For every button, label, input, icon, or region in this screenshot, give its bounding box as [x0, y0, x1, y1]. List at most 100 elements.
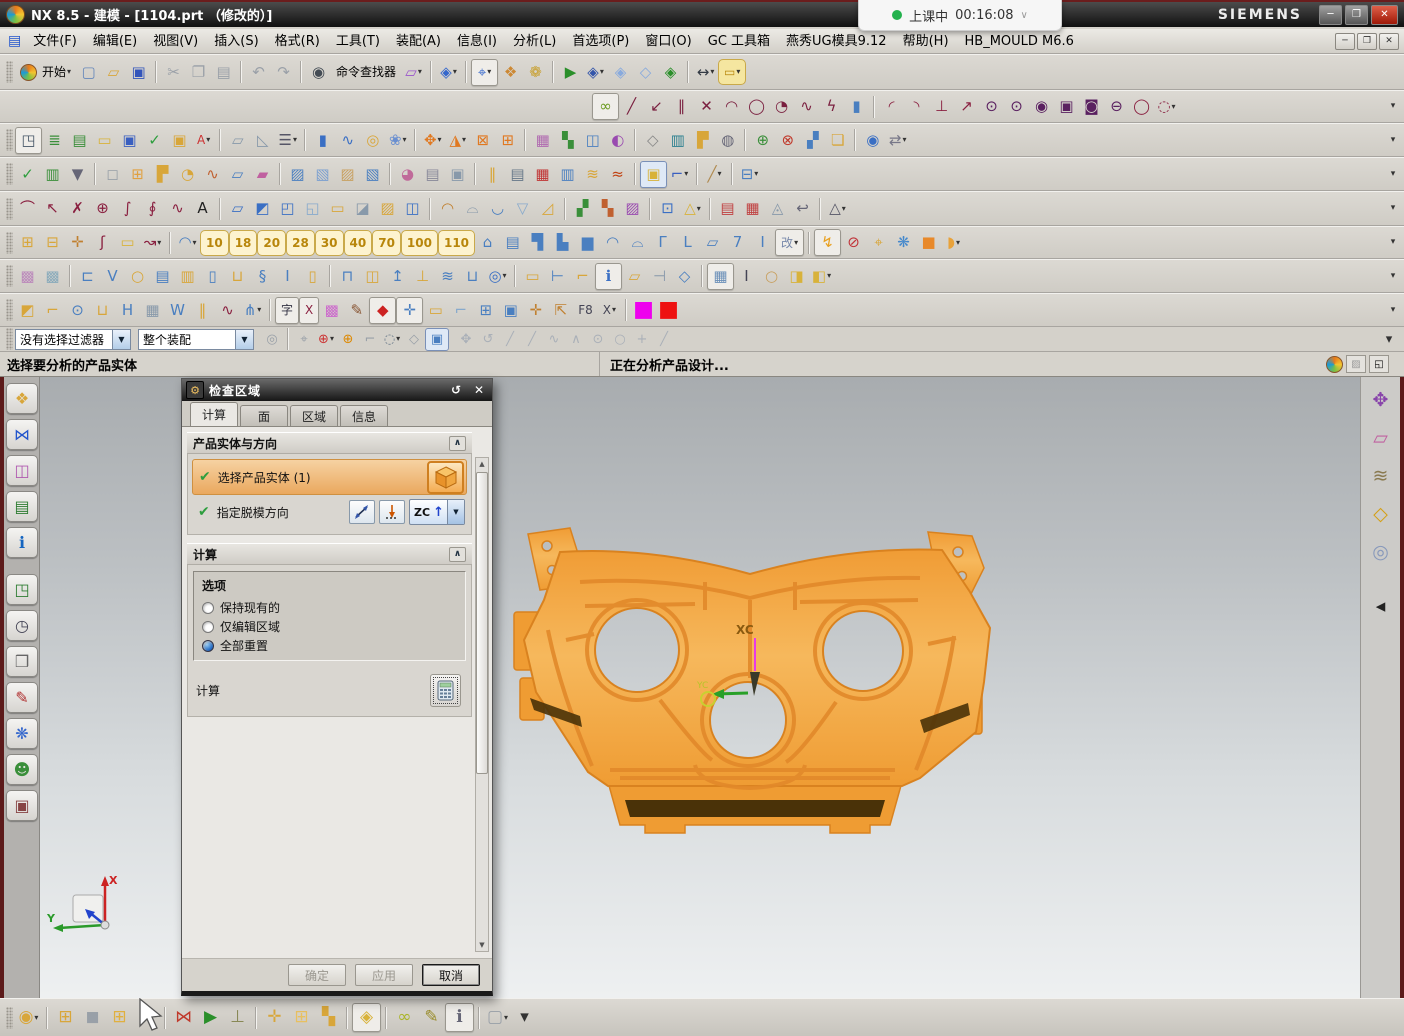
runner-icon[interactable]: ⌐: [570, 264, 595, 289]
split-body-icon[interactable]: ◫: [580, 128, 605, 153]
curve-snap-icon[interactable]: ∿: [543, 329, 565, 350]
pen-chain-icon[interactable]: ✎: [418, 1004, 445, 1031]
wrench-icon[interactable]: ✛: [261, 1004, 288, 1031]
split-icon[interactable]: ◫: [400, 196, 425, 221]
slide-icon[interactable]: ◩: [15, 298, 40, 323]
check-icon[interactable]: ✓: [142, 128, 167, 153]
moldbase-icon[interactable]: ◠: [600, 230, 625, 255]
extend-icon[interactable]: ↗: [954, 94, 979, 119]
menu-hb-mould[interactable]: HB_MOULD M6.6: [957, 29, 1082, 54]
tab-calculate[interactable]: 计算: [190, 402, 238, 426]
overflow-icon[interactable]: ▾: [1386, 264, 1400, 289]
menu-information[interactable]: 信息(I): [449, 29, 505, 54]
grid-palette-icon[interactable]: ▩: [15, 264, 40, 289]
part-navigator-icon[interactable]: ◫: [6, 455, 38, 486]
spring-icon[interactable]: §: [250, 264, 275, 289]
wedge-icon[interactable]: ◿: [535, 196, 560, 221]
datum-axis-icon[interactable]: ◺: [250, 128, 275, 153]
overflow-icon[interactable]: ▾: [1378, 329, 1400, 350]
dice-icon[interactable]: ◇: [403, 329, 425, 350]
moldbase-icon[interactable]: I: [750, 230, 775, 255]
measure-icon[interactable]: ↔▾: [693, 60, 718, 85]
bars-icon[interactable]: ‖: [190, 298, 215, 323]
circle-center-icon[interactable]: ⊙: [1004, 94, 1029, 119]
circle-icon[interactable]: ◯: [744, 94, 769, 119]
f8-view-icon[interactable]: F8: [573, 298, 598, 323]
check-icon[interactable]: ✓: [15, 162, 40, 187]
dropdown-arrow-icon[interactable]: ▼: [447, 500, 464, 524]
play-icon[interactable]: ▶: [197, 1004, 224, 1031]
dialog-reset-icon[interactable]: ↺: [447, 383, 465, 397]
standard-part-icon[interactable]: ▯: [300, 264, 325, 289]
menu-tools[interactable]: 工具(T): [328, 29, 388, 54]
ruler-icon[interactable]: ▭▾: [718, 59, 746, 85]
text-translate-icon[interactable]: 字: [275, 297, 299, 324]
grid-icon[interactable]: ▦: [140, 298, 165, 323]
compute-button[interactable]: [430, 674, 461, 707]
moldbase-icon[interactable]: 7: [725, 230, 750, 255]
menu-analysis[interactable]: 分析(L): [505, 29, 564, 54]
hatch-icon[interactable]: ▚: [595, 196, 620, 221]
cubes-icon[interactable]: ⊞: [288, 1004, 315, 1031]
mdi-restore-button[interactable]: ❐: [1357, 33, 1377, 50]
quilt-icon[interactable]: ▧: [310, 162, 335, 187]
brush-icon[interactable]: ✎: [344, 298, 369, 323]
steps-icon[interactable]: ⌐▾: [667, 162, 692, 187]
mesh-icon[interactable]: ▨: [620, 196, 645, 221]
standard-part-icon[interactable]: ▯: [200, 264, 225, 289]
overflow-icon[interactable]: ▾: [1386, 196, 1400, 221]
diamond-outline-icon[interactable]: ◇: [633, 60, 658, 85]
ring-icon[interactable]: ○: [125, 264, 150, 289]
system-materials-icon[interactable]: ❒: [6, 646, 38, 677]
arc-trim-icon[interactable]: ◜: [879, 94, 904, 119]
annotation-icon[interactable]: ⊟▾: [737, 162, 762, 187]
spline-icon[interactable]: ∿: [165, 196, 190, 221]
trim-icon[interactable]: ◩: [250, 196, 275, 221]
cylinder-icon[interactable]: ▮: [310, 128, 335, 153]
visual-effects-icon[interactable]: ❋: [6, 718, 38, 749]
point-icon[interactable]: ↖: [40, 196, 65, 221]
overflow-icon[interactable]: ▾: [1386, 94, 1400, 119]
arc-extend-icon[interactable]: ◝: [904, 94, 929, 119]
list-icon[interactable]: ▤: [505, 162, 530, 187]
moldbase-icon[interactable]: ⌓: [625, 230, 650, 255]
size-40-button[interactable]: 40: [344, 230, 373, 256]
dropdown-arrow-icon[interactable]: ▼: [112, 330, 130, 349]
overflow-icon[interactable]: ▾: [1386, 298, 1400, 323]
menu-assemblies[interactable]: 装配(A): [388, 29, 449, 54]
gray-cube-icon[interactable]: ▢▾: [484, 1004, 511, 1031]
plane-icon[interactable]: ▰: [250, 162, 275, 187]
patch-icon[interactable]: ▮: [844, 94, 869, 119]
menu-format[interactable]: 格式(R): [267, 29, 328, 54]
cone-icon[interactable]: △▾: [680, 196, 705, 221]
line-snap-icon[interactable]: ╱: [499, 329, 521, 350]
snap-corner-icon[interactable]: ⌐: [359, 329, 381, 350]
red-sheet-icon[interactable]: ▤: [715, 196, 740, 221]
curve-j-icon[interactable]: ʃ: [90, 230, 115, 255]
diamond-icon[interactable]: ◇: [672, 264, 697, 289]
moldbase-icon[interactable]: ▆: [575, 230, 600, 255]
menu-insert[interactable]: 插入(S): [206, 29, 266, 54]
hatch-icon[interactable]: ▞: [570, 196, 595, 221]
cut-icon[interactable]: ✂: [161, 60, 186, 85]
moldbase-icon[interactable]: Γ: [650, 230, 675, 255]
curve-icon[interactable]: ∿: [215, 298, 240, 323]
box-check-icon[interactable]: ▣: [167, 128, 192, 153]
magenta-swatch[interactable]: ■: [631, 298, 656, 323]
moldbase-icon[interactable]: ▱: [700, 230, 725, 255]
beam-icon[interactable]: I: [734, 264, 759, 289]
apply-button[interactable]: 应用: [355, 964, 413, 986]
calculator-icon[interactable]: ▦: [707, 263, 734, 290]
snap-target-icon[interactable]: ⊕▾: [315, 329, 337, 350]
redo-icon[interactable]: ↷: [271, 60, 296, 85]
menu-yanxiu-mold[interactable]: 燕秀UG模具9.12: [778, 29, 895, 54]
red-sheet-icon[interactable]: ▦: [740, 196, 765, 221]
boxed-icon[interactable]: ▣: [498, 298, 523, 323]
shaded-cube-icon[interactable]: ▣: [425, 328, 449, 351]
circle-icon[interactable]: ◯: [1129, 94, 1154, 119]
gold-box-icon[interactable]: ⊞: [15, 230, 40, 255]
sheet-icon[interactable]: ▱: [1368, 425, 1394, 451]
return-icon[interactable]: ↩: [790, 196, 815, 221]
brain-icon[interactable]: ◕: [395, 162, 420, 187]
open-file-icon[interactable]: ▱: [101, 60, 126, 85]
